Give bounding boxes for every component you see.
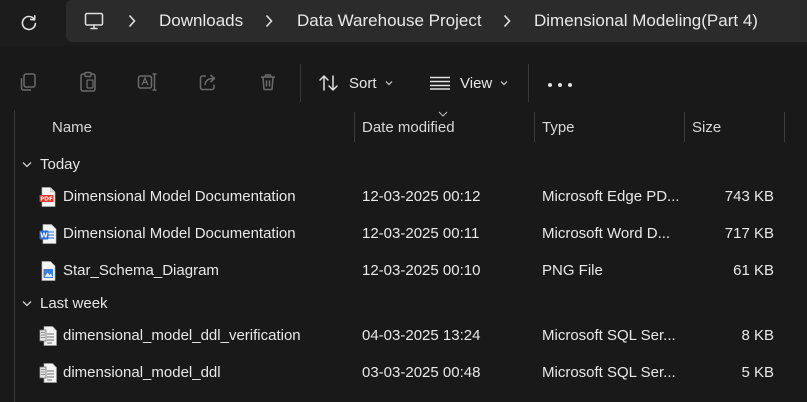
refresh-icon: [21, 15, 37, 31]
file-type: Microsoft Word D...: [542, 225, 671, 242]
file-type: PNG File: [542, 262, 603, 279]
command-bar: Sort View: [0, 56, 807, 110]
navigation-pane-edge: [14, 110, 15, 402]
breadcrumb-dimensional-modeling[interactable]: Dimensional Modeling(Part 4): [534, 11, 758, 31]
column-header-size-label: Size: [692, 118, 722, 136]
paste-icon: [80, 71, 96, 92]
this-pc-icon[interactable]: [84, 11, 104, 31]
group-header-last-week[interactable]: Last week: [22, 291, 108, 315]
file-name: Dimensional Model Documentation: [63, 225, 296, 242]
breadcrumb-chevron-icon[interactable]: [502, 14, 512, 28]
column-header-type-label: Type: [542, 118, 575, 136]
column-divider[interactable]: [354, 112, 355, 142]
png-file-icon: [41, 261, 56, 281]
breadcrumb-chevron-icon[interactable]: [127, 14, 137, 28]
file-name: Star_Schema_Diagram: [63, 262, 219, 279]
sql-file-icon: [39, 326, 57, 346]
column-divider[interactable]: [784, 112, 785, 142]
more-dot: [568, 83, 572, 87]
chevron-down-icon: [22, 161, 32, 167]
file-name: dimensional_model_ddl_verification: [63, 327, 301, 344]
file-size: 5 KB: [741, 364, 774, 381]
column-header-name[interactable]: Name: [52, 110, 92, 144]
group-header-today[interactable]: Today: [22, 152, 80, 176]
word-file-icon: W: [39, 224, 57, 244]
file-row[interactable]: Star_Schema_Diagram 12-03-2025 00:10 PNG…: [30, 254, 790, 288]
file-size: 743 KB: [724, 188, 774, 205]
view-icon: [430, 76, 450, 90]
file-date-modified: 12-03-2025 00:12: [362, 188, 481, 205]
file-date-modified: 04-03-2025 13:24: [362, 327, 481, 344]
column-divider[interactable]: [534, 112, 535, 142]
share-icon: [199, 74, 216, 91]
more-dot: [558, 83, 562, 87]
address-box[interactable]: Downloads Data Warehouse Project Dimensi…: [66, 0, 807, 42]
chevron-down-icon: [500, 81, 508, 86]
share-button[interactable]: [196, 70, 220, 94]
file-row[interactable]: dimensional_model_ddl_verification 04-03…: [30, 319, 790, 353]
file-name: dimensional_model_ddl: [63, 364, 221, 381]
more-dot: [548, 83, 552, 87]
rename-button[interactable]: [136, 70, 160, 94]
trash-icon: [261, 74, 275, 91]
rename-icon: [137, 73, 157, 91]
file-date-modified: 03-03-2025 00:48: [362, 364, 481, 381]
column-divider[interactable]: [684, 112, 685, 142]
group-label: Last week: [40, 294, 108, 312]
sort-label: Sort: [349, 74, 377, 92]
column-header-size[interactable]: Size: [692, 110, 721, 144]
file-type: Microsoft Edge PD...: [542, 188, 678, 205]
copy-icon: [20, 73, 36, 91]
sql-file-icon: [39, 363, 57, 383]
file-type: Microsoft SQL Ser...: [542, 327, 676, 344]
view-button[interactable]: View: [429, 70, 508, 96]
file-type: Microsoft SQL Ser...: [542, 364, 676, 381]
view-label: View: [460, 74, 493, 92]
column-header-date-label: Date modified: [362, 118, 455, 136]
command-separator: [300, 64, 301, 102]
chevron-down-icon: [385, 81, 392, 86]
column-header-date-modified[interactable]: Date modified: [362, 110, 455, 144]
command-separator: [528, 64, 529, 102]
file-date-modified: 12-03-2025 00:11: [362, 225, 480, 242]
file-name: Dimensional Model Documentation: [63, 188, 296, 205]
address-bar-row: Downloads Data Warehouse Project Dimensi…: [0, 0, 807, 46]
copy-button[interactable]: [16, 70, 40, 94]
more-options-button[interactable]: [548, 83, 572, 89]
column-header-name-label: Name: [52, 118, 93, 136]
chevron-down-icon: [22, 300, 32, 306]
sort-button[interactable]: Sort: [318, 70, 393, 96]
group-label: Today: [40, 155, 81, 173]
file-size: 717 KB: [724, 225, 774, 242]
refresh-button[interactable]: [14, 9, 44, 37]
paste-button[interactable]: [76, 70, 100, 94]
breadcrumb-downloads[interactable]: Downloads: [159, 11, 243, 31]
breadcrumb-data-warehouse-project[interactable]: Data Warehouse Project: [297, 11, 482, 31]
delete-button[interactable]: [256, 70, 280, 94]
file-row[interactable]: PDF Dimensional Model Documentation 12-0…: [30, 180, 790, 214]
file-size: 61 KB: [733, 262, 774, 279]
sort-icon: [319, 75, 338, 91]
svg-text:W: W: [40, 232, 48, 240]
column-header-type[interactable]: Type: [542, 110, 575, 144]
file-date-modified: 12-03-2025 00:10: [362, 262, 481, 279]
svg-text:PDF: PDF: [40, 197, 53, 203]
breadcrumb-chevron-icon[interactable]: [264, 14, 274, 28]
file-row[interactable]: W Dimensional Model Documentation 12-03-…: [30, 217, 790, 251]
file-size: 8 KB: [741, 327, 774, 344]
file-row[interactable]: dimensional_model_ddl 03-03-2025 00:48 M…: [30, 356, 790, 390]
pdf-file-icon: PDF: [39, 187, 56, 207]
